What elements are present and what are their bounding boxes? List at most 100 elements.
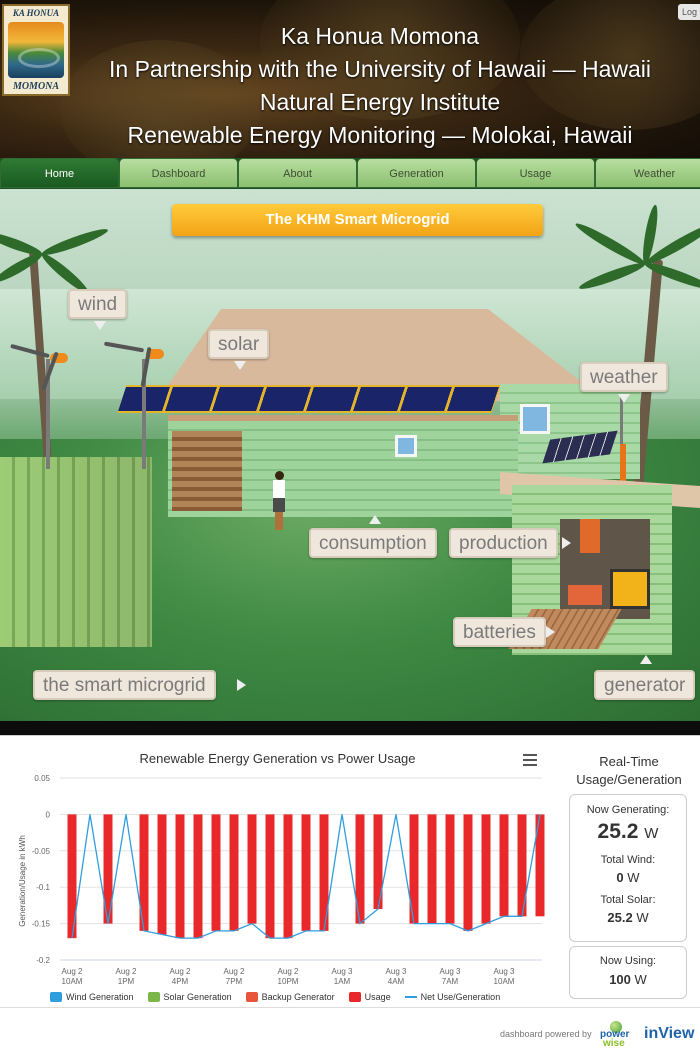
legend-line-icon [404,996,417,998]
x-tick-label: 10AM [62,977,83,986]
battery-bank [568,585,602,605]
usage-bar[interactable] [265,814,275,939]
x-axis-ticks: Aug 210AMAug 21PMAug 24PMAug 27PMAug 210… [62,967,515,986]
site-logo[interactable]: KA HONUA MOMONA [2,4,70,96]
nav-tab-dashboard[interactable]: Dashboard [119,158,238,188]
page: KA HONUA MOMONA Ka Honua Momona In Partn… [0,0,700,1057]
energy-chart: 0.050-0.05-0.1-0.15-0.2 Aug 210AMAug 21P… [18,774,545,986]
usage-bar[interactable] [193,814,203,939]
generator-tag[interactable]: generator [594,670,696,700]
usage-bar[interactable] [283,814,293,939]
legend-label: Net Use/Generation [420,992,501,1002]
generator-arrow-icon [640,655,652,664]
y-tick-label: -0.2 [36,956,50,965]
legend-solar-generation[interactable]: Solar Generation [147,992,232,1002]
x-tick-label: Aug 2 [278,967,299,976]
logo-text-bottom: MOMONA [12,81,60,92]
smart-microgrid-tag[interactable]: the smart microgrid [33,670,216,700]
production-arrow-icon [562,537,571,549]
nav-tab-weather[interactable]: Weather [595,158,700,188]
legend-swatch-icon [50,992,62,1002]
nav-tab-usage[interactable]: Usage [476,158,595,188]
header-line-2: In Partnership with the University of Ha… [109,56,651,82]
total-solar-value: 25.2 W [607,910,649,925]
legend-label: Solar Generation [163,992,232,1002]
x-tick-label: 1AM [334,977,351,986]
x-tick-label: Aug 2 [170,967,191,976]
house-stairs [172,431,242,511]
nav-tab-generation[interactable]: Generation [357,158,476,188]
legend-backup-generator[interactable]: Backup Generator [245,992,335,1002]
usage-bar[interactable] [427,814,437,924]
x-tick-label: Aug 3 [440,967,461,976]
legend-wind-generation[interactable]: Wind Generation [50,992,134,1002]
inview-logo[interactable]: inView [644,1025,694,1043]
legend-net-use[interactable]: Net Use/Generation [404,992,501,1002]
x-tick-label: Aug 3 [386,967,407,976]
legend-label: Usage [364,992,391,1002]
y-tick-label: 0.05 [34,774,50,783]
weather-tag[interactable]: weather [580,362,668,392]
x-tick-label: Aug 3 [332,967,353,976]
chart-legend: Wind Generation Solar Generation Backup … [50,992,500,1002]
backup-generator [610,569,650,609]
microgrid-title-banner[interactable]: The KHM Smart Microgrid [172,204,543,236]
usage-bar[interactable] [229,814,239,931]
realtime-title-line-2: Usage/Generation [576,772,682,787]
solar-tag[interactable]: solar [208,329,270,359]
x-tick-label: 4AM [388,977,405,986]
x-tick-label: Aug 3 [494,967,515,976]
now-generating-value: 25.2 W [597,820,659,843]
y-tick-label: -0.05 [32,847,51,856]
usage-bar[interactable] [445,814,455,924]
now-generating-label: Now Generating: [586,804,670,816]
chart-menu-icon[interactable] [523,754,537,766]
usage-bar[interactable] [157,814,167,935]
login-button[interactable]: Log [678,4,700,20]
legend-swatch-icon [245,992,258,1002]
solar-panel-array [117,385,501,413]
inverter-box [580,519,600,553]
usage-bar[interactable] [499,814,509,917]
nav-tab-about[interactable]: About [238,158,357,188]
x-tick-label: 7AM [442,977,459,986]
smart-microgrid-arrow-icon [237,679,246,691]
main-nav: Home Dashboard About Generation Usage We… [0,158,700,189]
usage-bar[interactable] [463,814,473,931]
y-axis-ticks: 0.05 0 -0.05 -0.1 -0.15 -0.2 [32,774,51,965]
header-line-3: Natural Energy Institute [259,89,501,115]
usage-bar[interactable] [301,814,311,931]
site-header: KA HONUA MOMONA Ka Honua Momona In Partn… [0,0,700,158]
powered-by-text: dashboard powered by [500,1029,592,1039]
wind-tag[interactable]: wind [68,289,128,319]
usage-bar[interactable] [211,814,221,931]
total-solar-label: Total Solar: [600,894,656,906]
powerwise-logo[interactable]: power wise [600,1021,636,1049]
y-tick-label: -0.15 [32,920,51,929]
legend-usage[interactable]: Usage [348,992,391,1002]
x-tick-label: 7PM [226,977,243,986]
now-using-value: 100 W [609,972,647,987]
nav-tab-home[interactable]: Home [0,158,119,188]
consumption-tag[interactable]: consumption [309,528,437,558]
production-tag[interactable]: production [449,528,558,558]
usage-bar[interactable] [481,814,491,924]
realtime-title: Real-Time Usage/Generation [565,753,693,789]
header-line-4: Renewable Energy Monitoring — Molokai, H… [127,122,633,148]
microgrid-illustration: The KHM Smart Microgrid wind solar weath… [0,189,700,721]
x-tick-label: Aug 2 [62,967,83,976]
x-tick-label: Aug 2 [116,967,137,976]
header-line-1: Ka Honua Momona [280,23,480,49]
usage-bar[interactable] [247,814,257,924]
realtime-generation-card: Now Generating: 25.2 W Total Wind: 0 W T… [569,794,687,942]
header-title: Ka Honua Momona In Partnership with the … [70,20,690,152]
weather-arrow-icon [618,394,630,403]
x-tick-label: 10PM [278,977,299,986]
chart-title: Renewable Energy Generation vs Power Usa… [139,751,416,766]
site-footer: dashboard powered by power wise inView [0,1007,700,1057]
batteries-tag[interactable]: batteries [453,617,546,647]
house-window [520,404,550,434]
person-figure [270,471,288,531]
y-axis-label: Generation/Usage in kWh [18,835,27,927]
usage-bar[interactable] [175,814,185,939]
